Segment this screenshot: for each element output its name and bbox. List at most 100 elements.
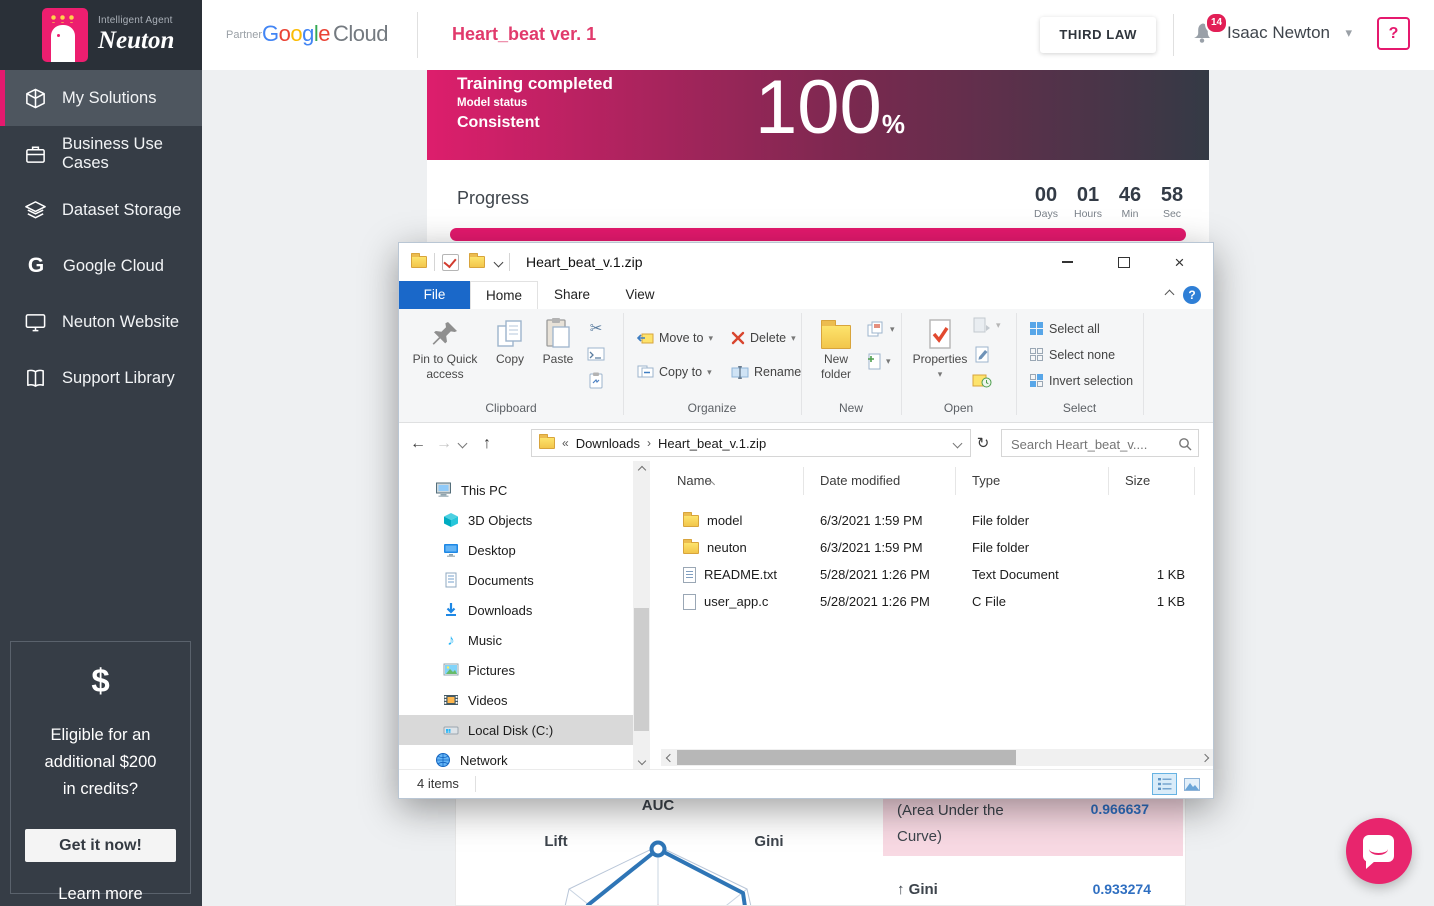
column-name[interactable]: Name bbox=[661, 467, 804, 495]
nav-this-pc[interactable]: This PC bbox=[435, 475, 507, 505]
user-caret-icon[interactable]: ▾ bbox=[1345, 25, 1352, 41]
select-all-icon bbox=[1029, 321, 1044, 336]
cube-icon bbox=[24, 87, 47, 110]
cut-button[interactable]: ✂ bbox=[585, 317, 607, 339]
delete-button[interactable]: Delete▾ bbox=[731, 331, 796, 345]
notifications-button[interactable]: 14 bbox=[1189, 18, 1219, 52]
file-list-hscrollbar[interactable] bbox=[661, 749, 1213, 766]
details-view-button[interactable] bbox=[1152, 773, 1177, 795]
edit-button[interactable] bbox=[971, 343, 993, 365]
open-with-button[interactable]: ▾ bbox=[973, 317, 1001, 333]
paste-button[interactable]: Paste bbox=[535, 315, 581, 367]
column-size[interactable]: Size bbox=[1109, 467, 1195, 495]
scroll-down-button[interactable] bbox=[633, 752, 650, 769]
sidebar-menu: My Solutions Business Use Cases Dataset … bbox=[0, 70, 202, 406]
sidebar-item-neuton-website[interactable]: Neuton Website bbox=[0, 294, 202, 350]
nav-local-disk-c[interactable]: Local Disk (C:) bbox=[399, 715, 633, 745]
scroll-up-button[interactable] bbox=[633, 461, 650, 478]
scroll-right-button[interactable] bbox=[1196, 749, 1213, 766]
qat-customize-icon[interactable] bbox=[494, 257, 504, 267]
nav-pictures[interactable]: Pictures bbox=[443, 655, 515, 685]
address-dropdown-icon[interactable] bbox=[953, 438, 963, 448]
copy-to-icon bbox=[637, 365, 654, 379]
move-to-button[interactable]: Move to▾ bbox=[637, 331, 713, 345]
back-button[interactable]: ← bbox=[405, 435, 431, 453]
breadcrumb-collapsed[interactable]: « bbox=[562, 436, 569, 450]
copy-path-button[interactable] bbox=[585, 343, 607, 365]
help-button[interactable]: ? bbox=[1377, 17, 1410, 50]
file-row-neuton[interactable]: neuton 6/3/2021 1:59 PM File folder bbox=[661, 534, 1205, 561]
properties-button[interactable]: Properties ▾ bbox=[911, 315, 969, 382]
status-bar: 4 items bbox=[399, 769, 1213, 798]
nav-videos[interactable]: Videos bbox=[443, 685, 508, 715]
paste-shortcut-button[interactable] bbox=[585, 369, 607, 391]
invert-selection-button[interactable]: Invert selection bbox=[1029, 373, 1133, 388]
copy-to-button[interactable]: Copy to▾ bbox=[637, 365, 712, 379]
qat-checkbox-icon[interactable] bbox=[442, 254, 459, 271]
nav-scrollbar[interactable] bbox=[633, 461, 650, 769]
third-law-button[interactable]: THIRD LAW bbox=[1040, 17, 1156, 53]
sidebar-item-my-solutions[interactable]: My Solutions bbox=[0, 70, 202, 126]
refresh-button[interactable]: ↻ bbox=[971, 429, 995, 457]
copy-button[interactable]: Copy bbox=[487, 315, 533, 367]
easy-access-button[interactable]: ▾ bbox=[867, 321, 895, 337]
pictures-icon bbox=[443, 662, 459, 678]
explorer-help-icon[interactable]: ? bbox=[1183, 286, 1201, 304]
chat-icon bbox=[1363, 835, 1394, 862]
nav-documents[interactable]: Documents bbox=[443, 565, 534, 595]
file-row-model[interactable]: model 6/3/2021 1:59 PM File folder bbox=[661, 507, 1205, 534]
up-button[interactable]: ↑ bbox=[474, 435, 500, 453]
select-all-button[interactable]: Select all bbox=[1029, 321, 1100, 336]
new-folder-button[interactable]: New folder bbox=[809, 315, 863, 382]
file-row-user-app[interactable]: user_app.c 5/28/2021 1:26 PM C File 1 KB bbox=[661, 588, 1205, 615]
pin-to-quick-access-button[interactable]: Pin to Quick access bbox=[407, 315, 483, 382]
sidebar-item-dataset-storage[interactable]: Dataset Storage bbox=[0, 182, 202, 238]
tab-view[interactable]: View bbox=[606, 281, 674, 309]
close-icon: × bbox=[1175, 254, 1185, 271]
forward-button[interactable]: → bbox=[431, 435, 457, 453]
tab-home[interactable]: Home bbox=[470, 281, 538, 309]
nav-desktop[interactable]: Desktop bbox=[443, 535, 516, 565]
tab-share[interactable]: Share bbox=[538, 281, 606, 309]
app-logo[interactable]: Intelligent Agent Neuton bbox=[0, 0, 202, 70]
address-box[interactable]: « Downloads › Heart_beat_v.1.zip bbox=[531, 429, 971, 457]
qat-folder-icon[interactable] bbox=[469, 256, 485, 268]
hscrollbar-thumb[interactable] bbox=[677, 750, 1016, 765]
get-it-now-button[interactable]: Get it now! bbox=[25, 829, 176, 862]
nav-3d-objects[interactable]: 3D Objects bbox=[443, 505, 532, 535]
select-none-button[interactable]: Select none bbox=[1029, 347, 1115, 362]
nav-network[interactable]: Network bbox=[435, 745, 508, 769]
nav-music[interactable]: ♪ Music bbox=[443, 625, 502, 655]
new-item-button[interactable]: ▾ bbox=[867, 353, 891, 370]
monitor-icon bbox=[24, 311, 47, 334]
file-row-readme[interactable]: README.txt 5/28/2021 1:26 PM Text Docume… bbox=[661, 561, 1205, 588]
breadcrumb-current[interactable]: Heart_beat_v.1.zip bbox=[658, 436, 766, 451]
rename-button[interactable]: Rename bbox=[731, 365, 801, 379]
learn-more-link[interactable]: Learn more bbox=[11, 885, 190, 904]
tab-file[interactable]: File bbox=[399, 281, 470, 309]
chat-button[interactable] bbox=[1346, 818, 1412, 884]
close-button[interactable]: × bbox=[1156, 243, 1203, 281]
thumbnail-view-button[interactable] bbox=[1179, 773, 1204, 795]
address-bar: ← → ↑ « Downloads › Heart_beat_v.1.zip ↻ bbox=[399, 426, 1213, 461]
column-type[interactable]: Type bbox=[956, 467, 1109, 495]
nav-scrollbar-thumb[interactable] bbox=[634, 608, 649, 731]
text-document-icon bbox=[683, 567, 696, 583]
search-input[interactable] bbox=[1009, 433, 1173, 455]
sidebar-item-support-library[interactable]: Support Library bbox=[0, 350, 202, 406]
maximize-button[interactable] bbox=[1100, 243, 1147, 281]
column-date-modified[interactable]: Date modified bbox=[804, 467, 956, 495]
progress-label: Progress bbox=[457, 188, 529, 209]
sidebar-item-google-cloud[interactable]: G Google Cloud bbox=[0, 238, 202, 294]
minimize-button[interactable] bbox=[1044, 243, 1091, 281]
sidebar: Intelligent Agent Neuton My Solutions Bu… bbox=[0, 0, 202, 906]
breadcrumb-downloads[interactable]: Downloads bbox=[576, 436, 640, 451]
videos-icon bbox=[443, 692, 459, 708]
scroll-left-button[interactable] bbox=[661, 749, 678, 766]
recent-locations-icon[interactable] bbox=[458, 439, 468, 449]
music-icon: ♪ bbox=[443, 632, 459, 649]
user-menu[interactable]: Isaac Newton bbox=[1227, 23, 1330, 43]
sidebar-item-business-use-cases[interactable]: Business Use Cases bbox=[0, 126, 202, 182]
nav-downloads[interactable]: Downloads bbox=[443, 595, 532, 625]
history-button[interactable] bbox=[971, 369, 993, 391]
